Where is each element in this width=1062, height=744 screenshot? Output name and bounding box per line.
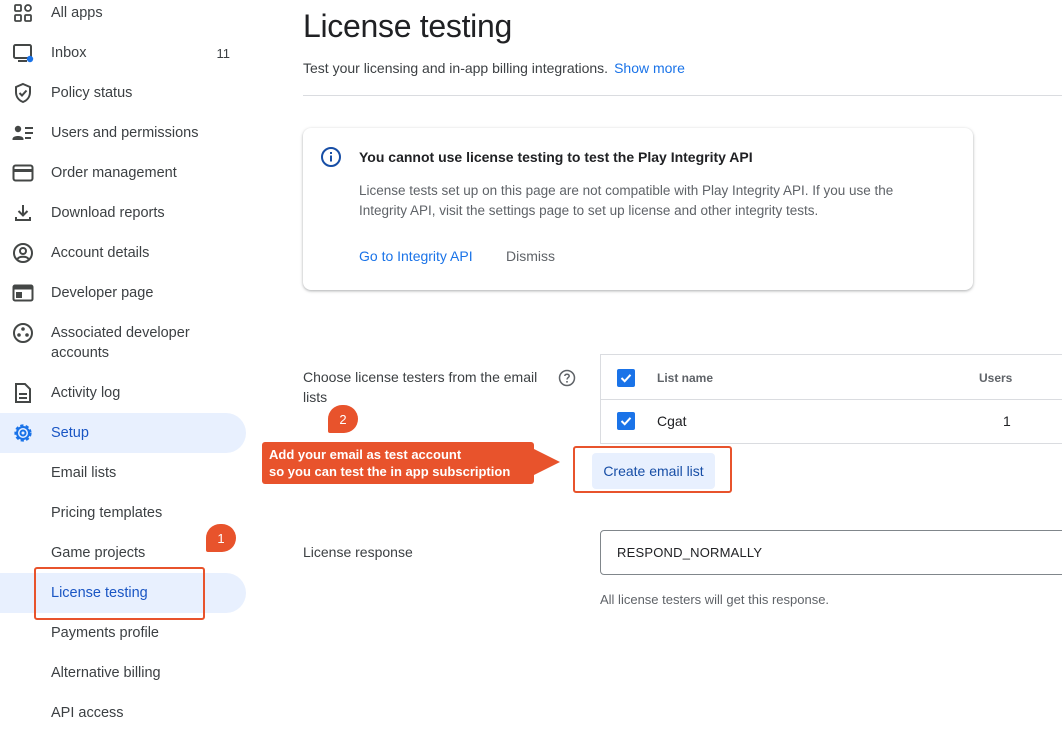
gear-icon [11,421,35,445]
license-response-label: License response [303,544,413,560]
sidebar-item-label: Order management [51,165,177,181]
column-header-list-name[interactable]: List name [657,371,713,385]
page-title: License testing [303,8,512,44]
callout-annotation: Add your email as test account so you ca… [262,442,534,484]
highlight-license-testing [34,567,205,620]
users-icon [11,121,35,145]
sidebar-item-policy-status[interactable]: Policy status [0,73,246,113]
sidebar-nav: All apps Inbox 11 Policy status Users an… [0,0,250,744]
integrity-info-card: You cannot use license testing to test t… [303,128,973,290]
inbox-icon [11,41,35,65]
account-circle-icon [11,241,35,265]
subtitle-text: Test your licensing and in-app billing i… [303,60,609,76]
callout-line-2: so you can test the in app subscription [269,464,511,479]
shield-icon [11,81,35,105]
sidebar-item-label: All apps [51,5,103,21]
sidebar-item-users-permissions[interactable]: Users and permissions [0,113,246,153]
sidebar-item-download-reports[interactable]: Download reports [0,193,246,233]
sidebar-item-setup[interactable]: Setup [0,413,246,453]
sidebar-item-label: Email lists [51,465,117,481]
sidebar-item-label: API access [51,705,124,721]
sidebar-item-label: Download reports [51,205,165,221]
sidebar-item-all-apps[interactable]: All apps [0,0,246,33]
dismiss-button[interactable]: Dismiss [506,248,555,264]
sidebar-item-developer-page[interactable]: Developer page [0,273,246,313]
email-lists-table: List name Users Cgat 1 [600,354,1062,444]
license-response-hint: All license testers will get this respon… [600,592,830,607]
credit-card-icon [11,161,35,185]
step-badge-2: 2 [328,405,358,433]
license-testers-label: Choose license testers from the email li… [303,369,538,405]
callout-line-1: Add your email as test account [269,447,462,462]
table-header-row: List name Users [601,355,1062,400]
sidebar-item-label: Inbox [51,45,87,61]
sidebar-item-inbox[interactable]: Inbox 11 [0,33,246,73]
sidebar-item-activity-log[interactable]: Activity log [0,373,246,413]
sidebar-item-label: Users and permissions [51,125,199,141]
sidebar-item-associated-accounts[interactable]: Associated developer accounts [0,319,246,367]
sidebar-subitem-pricing-templates[interactable]: Pricing templates [0,493,246,533]
sidebar-subitem-email-lists[interactable]: Email lists [0,453,246,493]
sidebar-item-label: Policy status [51,85,133,101]
info-card-body: License tests set up on this page are no… [359,183,894,218]
download-icon [11,201,35,225]
go-to-integrity-api-link[interactable]: Go to Integrity API [359,248,473,264]
associated-accounts-icon [11,321,35,345]
sidebar-item-label: Game projects [51,545,146,561]
page-subtitle: Test your licensing and in-app billing i… [303,60,685,76]
check-icon [620,417,632,426]
highlight-create-email-list [573,446,732,493]
sidebar-item-label: Alternative billing [51,665,161,681]
info-card-title: You cannot use license testing to test t… [359,149,753,165]
show-more-link[interactable]: Show more [614,60,685,76]
document-icon [11,381,35,405]
table-row[interactable]: Cgat 1 [601,400,1062,444]
row-checkbox[interactable] [617,412,635,430]
column-header-users[interactable]: Users [979,371,1012,385]
license-response-value: RESPOND_NORMALLY [617,545,763,560]
grid-icon [11,1,35,25]
info-icon [320,146,342,173]
sidebar-item-label: Pricing templates [51,505,163,521]
sidebar-item-label: Setup [51,425,89,441]
sidebar-subitem-api-access[interactable]: API access [0,693,246,733]
users-count-cell: 1 [1003,413,1011,429]
select-all-checkbox[interactable] [617,369,635,387]
header-divider [303,95,1062,96]
inbox-count-badge: 11 [216,45,231,61]
sidebar-item-order-management[interactable]: Order management [0,153,246,193]
sidebar-item-label: Account details [51,245,150,261]
sidebar-item-account-details[interactable]: Account details [0,233,246,273]
help-icon[interactable] [558,369,576,392]
sidebar-subitem-alternative-billing[interactable]: Alternative billing [0,653,246,693]
sidebar-item-label: Payments profile [51,625,159,641]
sidebar-item-label: Associated developer accounts [51,325,190,361]
sidebar-item-label: Activity log [51,385,121,401]
step-badge-1: 1 [206,524,236,552]
license-response-select[interactable]: RESPOND_NORMALLY [600,530,1062,575]
list-name-cell: Cgat [657,413,687,429]
callout-arrow [532,448,560,476]
web-page-icon [11,281,35,305]
sidebar-item-label: Developer page [51,285,154,301]
check-icon [620,374,632,383]
